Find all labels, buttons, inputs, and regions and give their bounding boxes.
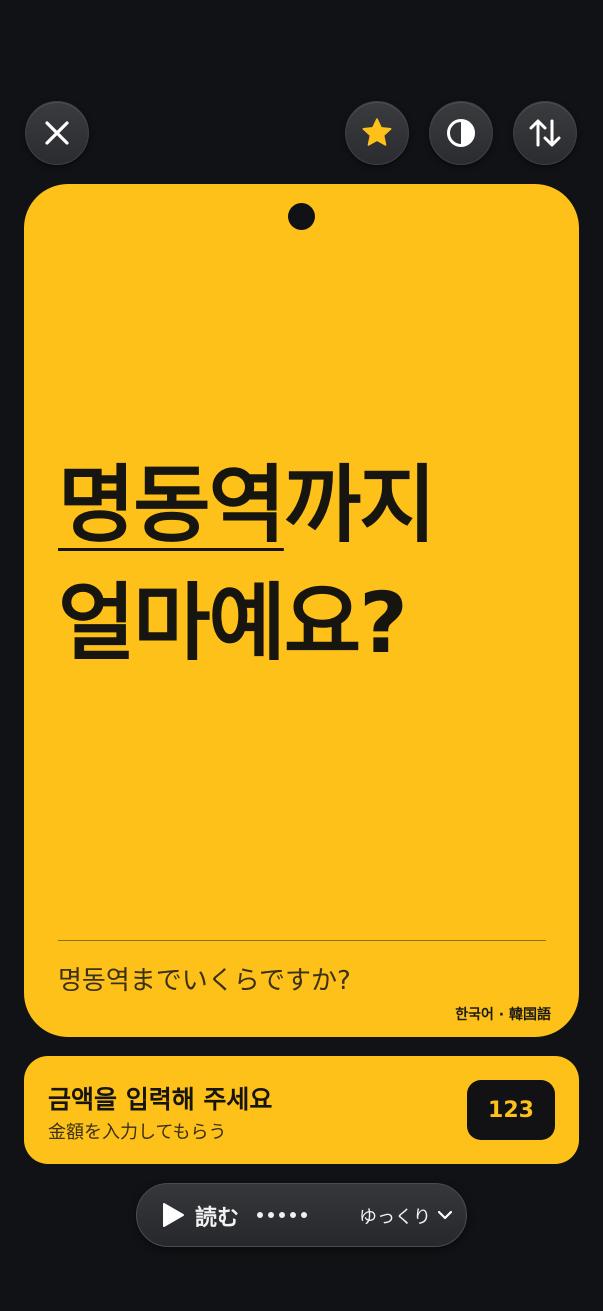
progress-dot xyxy=(257,1212,263,1218)
phrase-line-2: 얼마예요? xyxy=(58,574,408,672)
phrase-line-1: 명동역까지 xyxy=(58,446,568,564)
card-divider xyxy=(58,940,546,941)
star-icon xyxy=(362,118,392,146)
amount-input-card[interactable]: 금액을 입력해 주세요 金額を入力してもらう 123 xyxy=(24,1056,579,1164)
progress-dot xyxy=(268,1212,274,1218)
contrast-button[interactable] xyxy=(429,101,493,165)
favorite-button[interactable] xyxy=(345,101,409,165)
amount-prompt-subtitle: 金額を入力してもらう xyxy=(48,1122,227,1143)
swap-direction-icon xyxy=(529,119,561,147)
progress-dots xyxy=(257,1212,307,1218)
close-button[interactable] xyxy=(25,101,89,165)
language-tag: 한국어 · 韓国語 xyxy=(455,1007,551,1023)
speed-selector[interactable]: ゆっくり xyxy=(359,1203,431,1229)
contrast-icon xyxy=(447,119,475,147)
progress-dot xyxy=(290,1212,296,1218)
close-icon xyxy=(45,121,69,145)
progress-dot xyxy=(301,1212,307,1218)
amount-prompt-title: 금액을 입력해 주세요 xyxy=(48,1085,273,1114)
play-icon[interactable] xyxy=(161,1202,185,1228)
number-keypad-button[interactable]: 123 xyxy=(467,1080,555,1140)
swap-direction-button[interactable] xyxy=(513,101,577,165)
chevron-down-icon[interactable] xyxy=(437,1207,453,1223)
translation-text: 명동역までいくらですか? xyxy=(58,966,351,996)
phrase-text: 명동역까지 얼마예요? xyxy=(58,446,568,682)
progress-dot xyxy=(279,1212,285,1218)
card-punch-hole xyxy=(288,203,315,230)
audio-player[interactable]: 読む ゆっくり xyxy=(136,1183,467,1247)
phrase-card[interactable]: 명동역까지 얼마예요? 명동역までいくらですか? 한국어 · 韓国語 xyxy=(24,184,579,1037)
read-label[interactable]: 読む xyxy=(195,1200,239,1232)
phrase-line-1-rest: 까지 xyxy=(283,456,437,554)
phrase-keyword[interactable]: 명동역 xyxy=(58,456,286,554)
